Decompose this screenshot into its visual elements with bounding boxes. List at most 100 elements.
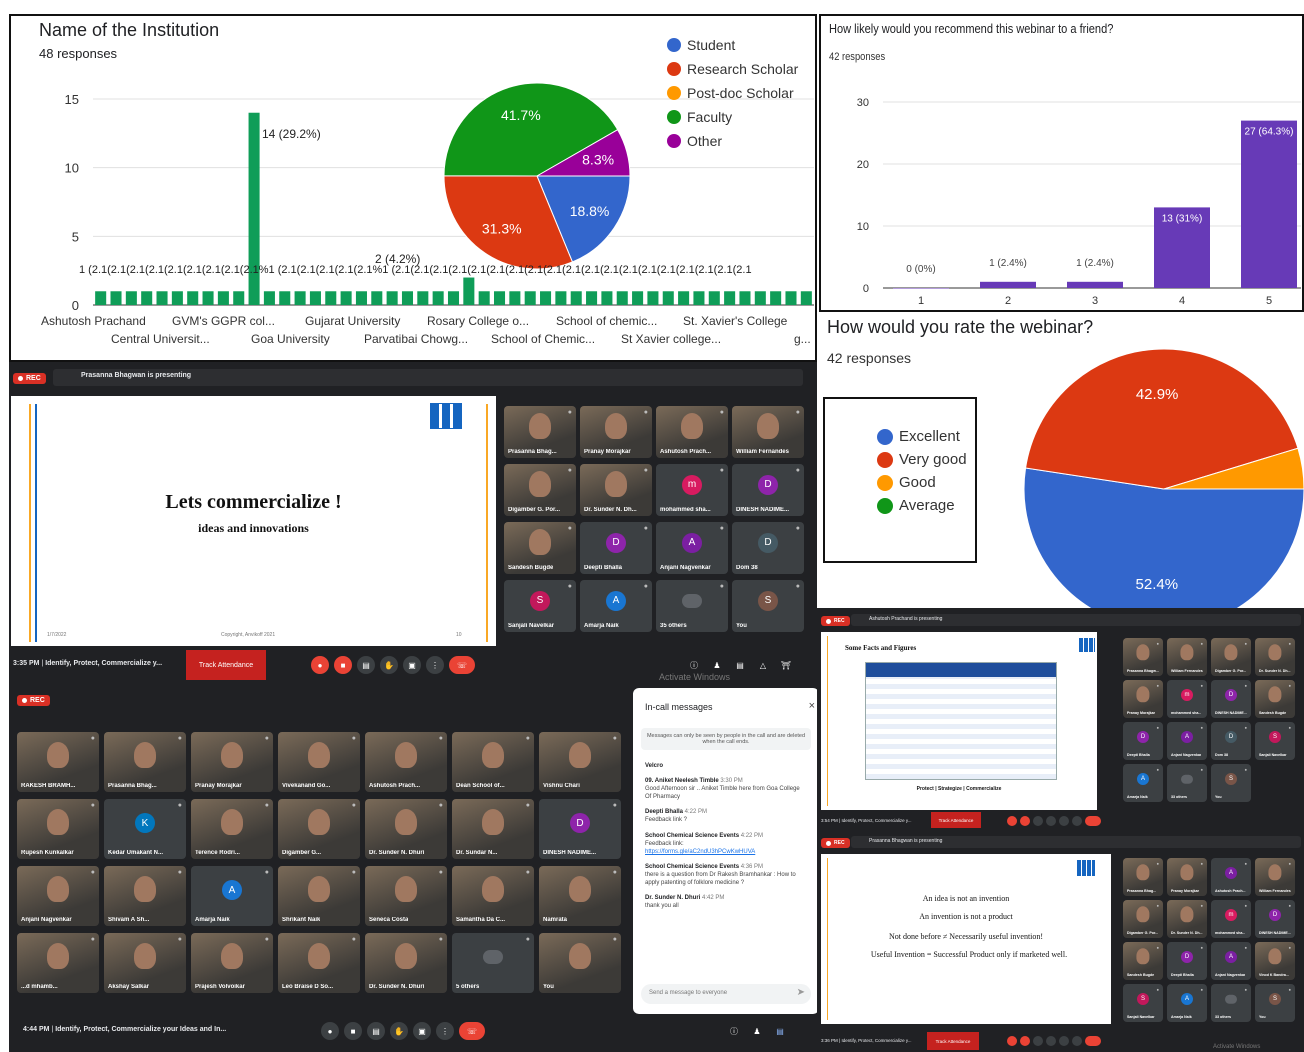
participant-tile[interactable]: D ● DINESH NADIME... [1211, 680, 1251, 718]
send-icon[interactable]: ➤ [797, 987, 805, 998]
participant-tile[interactable]: ● William Fernandes [1167, 638, 1207, 676]
participant-tile[interactable]: A ● Ashutosh Prach... [1211, 858, 1251, 896]
participant-tile[interactable]: ● Dr. Sunder N. Dh... [580, 464, 652, 516]
participant-tile[interactable]: D ● Dom 38 [732, 522, 804, 574]
participant-tile[interactable]: ● Shivam A Sh... [104, 866, 186, 926]
participant-tile[interactable]: ● Dean School of... [452, 732, 534, 792]
end-call-icon[interactable]: ☏ [459, 1022, 485, 1040]
end-call-icon[interactable] [1085, 816, 1101, 826]
participant-tile[interactable]: m ● mohammed sha... [1167, 680, 1207, 718]
participant-tile[interactable]: ● Digamber G. Por... [1211, 638, 1251, 676]
participant-tile[interactable]: ● William Fernandes [732, 406, 804, 458]
mic-off-icon[interactable]: ● [311, 656, 329, 674]
info-icon[interactable]: ⓘ [725, 1022, 743, 1040]
end-call-icon[interactable] [1085, 1036, 1101, 1046]
participant-tile[interactable]: ● Ashutosh Prach... [656, 406, 728, 458]
participant-tile[interactable]: ● Ashutosh Prach... [365, 732, 447, 792]
close-chat-icon[interactable]: × [809, 700, 815, 712]
present-icon[interactable]: ▣ [403, 656, 421, 674]
captions-icon[interactable] [1033, 816, 1043, 826]
chat-icon[interactable]: ▤ [731, 656, 749, 674]
participant-tile[interactable]: D ● Dom 38 [1211, 722, 1251, 760]
participant-tile[interactable]: ● Sandesh Bugde [1255, 680, 1295, 718]
participant-tile[interactable]: ● Dr. Sunder N. Dhuri [365, 933, 447, 993]
participant-tile[interactable]: ● Dr. Sunder N. Dh... [1167, 900, 1207, 938]
participant-tile[interactable]: S ● You [732, 580, 804, 632]
raise-hand-icon[interactable] [1046, 1036, 1056, 1046]
participant-tile[interactable]: ● You [539, 933, 621, 993]
participant-tile[interactable]: ● William Fernandes [1255, 858, 1295, 896]
participant-tile[interactable]: ● Vinod K Bandra... [1255, 942, 1295, 980]
participant-tile[interactable]: ● Leo Braise D So... [278, 933, 360, 993]
participant-tile[interactable]: ● Prasanna Bhag... [504, 406, 576, 458]
participant-tile[interactable]: ● Vishnu Chari [539, 732, 621, 792]
participant-tile[interactable]: ● Digamber G... [278, 799, 360, 859]
participant-tile[interactable]: D ● DINESH NADIME... [539, 799, 621, 859]
participant-tile[interactable]: D ● DINESH NADIME... [732, 464, 804, 516]
participant-tile[interactable]: ● Digamber G. Por... [504, 464, 576, 516]
participant-tile[interactable]: S ● Sanjali Navelkar [1123, 984, 1163, 1022]
participant-tile[interactable]: ● Rupesh Kunkalkar [17, 799, 99, 859]
present-icon[interactable] [1059, 1036, 1069, 1046]
participant-tile[interactable]: ● Prasanna Bhag... [1123, 858, 1163, 896]
participant-tile[interactable]: ● Digamber G. Por... [1123, 900, 1163, 938]
captions-icon[interactable]: ▤ [367, 1022, 385, 1040]
track-attendance-button[interactable]: Track Attendance [186, 650, 266, 680]
more-options-icon[interactable]: ⋮ [426, 656, 444, 674]
participant-tile[interactable]: ● Pranay Morajkar [191, 732, 273, 792]
mic-off-icon[interactable] [1007, 1036, 1017, 1046]
participant-tile[interactable]: ● Pranay Morajkar [580, 406, 652, 458]
participant-tile[interactable]: ● Sandesh Bugde [1123, 942, 1163, 980]
participant-tile[interactable]: D ● DINESH NADIME... [1255, 900, 1295, 938]
raise-hand-icon[interactable]: ✋ [390, 1022, 408, 1040]
participant-tile[interactable]: ● Shrikant Naik [278, 866, 360, 926]
participant-tile[interactable]: ● Terence Rodri... [191, 799, 273, 859]
mic-icon[interactable]: ● [321, 1022, 339, 1040]
participant-tile[interactable]: S ● You [1211, 764, 1251, 802]
chat-input[interactable]: Send a message to everyone ➤ [641, 984, 811, 1004]
captions-icon[interactable] [1033, 1036, 1043, 1046]
participant-tile[interactable]: A ● Amarja Naik [191, 866, 273, 926]
participant-tile[interactable]: A ● Amarja Naik [1167, 984, 1207, 1022]
participant-tile[interactable]: S ● You [1255, 984, 1295, 1022]
participant-tile[interactable]: ● Prasanna Bhagw... [1123, 638, 1163, 676]
present-icon[interactable]: ▣ [413, 1022, 431, 1040]
participant-tile[interactable]: ● ...d mhamb... [17, 933, 99, 993]
participant-tile[interactable]: ● Pranay Morajkar [1123, 680, 1163, 718]
participant-tile[interactable]: ● 33 others [1211, 984, 1251, 1022]
participant-tile[interactable]: ● Dr. Sunder N. Dhuri [365, 799, 447, 859]
participant-tile[interactable]: m ● mohammed sha... [656, 464, 728, 516]
participant-tile[interactable]: ● Vivekanand Go... [278, 732, 360, 792]
participant-tile[interactable]: ● Pranay Morajkar [1167, 858, 1207, 896]
more-options-icon[interactable] [1072, 816, 1082, 826]
captions-icon[interactable]: ▤ [357, 656, 375, 674]
more-options-icon[interactable] [1072, 1036, 1082, 1046]
participant-tile[interactable]: ● Prasanna Bhag... [104, 732, 186, 792]
participant-tile[interactable]: A ● Anjani Nagvenkar [1167, 722, 1207, 760]
more-options-icon[interactable]: ⋮ [436, 1022, 454, 1040]
camera-off-icon[interactable] [1020, 1036, 1030, 1046]
participant-tile[interactable]: ● Dr. Sundar N... [452, 799, 534, 859]
end-call-icon[interactable]: ☏ [449, 656, 475, 674]
raise-hand-icon[interactable] [1046, 816, 1056, 826]
participant-tile[interactable]: ● Samantha Da C... [452, 866, 534, 926]
participant-tile[interactable]: A ● Amarja Naik [1123, 764, 1163, 802]
participant-tile[interactable]: ● Sandesh Bugde [504, 522, 576, 574]
participant-tile[interactable]: ● Dr. Sunder N. Dh... [1255, 638, 1295, 676]
participant-tile[interactable]: ● Namrata [539, 866, 621, 926]
participant-tile[interactable]: ● Akshay Salkar [104, 933, 186, 993]
participant-tile[interactable]: S ● Sanjali Navelkar [504, 580, 576, 632]
activities-icon[interactable]: △ [754, 656, 772, 674]
participant-tile[interactable]: ● 33 others [1167, 764, 1207, 802]
participant-tile[interactable]: ● Seneca Costa [365, 866, 447, 926]
host-controls-icon[interactable]: ⛩ [777, 656, 795, 674]
participant-tile[interactable]: ● Anjani Nagvenkar [17, 866, 99, 926]
present-icon[interactable] [1059, 816, 1069, 826]
people-icon[interactable]: ♟ [748, 1022, 766, 1040]
participant-tile[interactable]: D ● Deepti Bhalla [1167, 942, 1207, 980]
participant-tile[interactable]: S ● Sanjali Navelkar [1255, 722, 1295, 760]
raise-hand-icon[interactable]: ✋ [380, 656, 398, 674]
camera-off-icon[interactable]: ■ [334, 656, 352, 674]
chat-icon[interactable]: ▤ [771, 1022, 789, 1040]
participant-tile[interactable]: D ● Deepti Bhalla [1123, 722, 1163, 760]
